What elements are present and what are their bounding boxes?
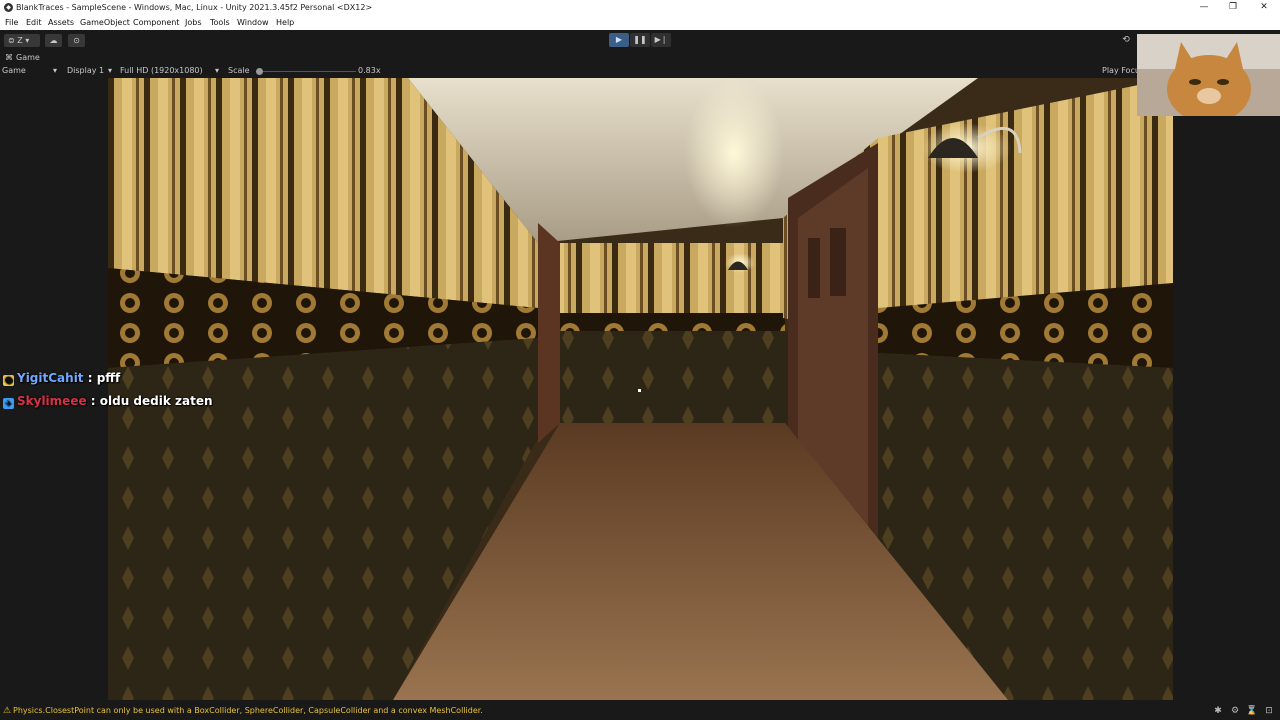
chat-badge-icon: ☻ [3, 375, 14, 386]
chat-text: : pfff [87, 371, 121, 385]
menu-gameobject[interactable]: GameObject [80, 15, 130, 30]
tab-game[interactable]: Game [16, 51, 40, 64]
close-button[interactable]: ✕ [1250, 0, 1278, 15]
back-wall-border [560, 313, 785, 331]
minimize-button[interactable]: — [1190, 0, 1218, 15]
door-inset [808, 238, 820, 298]
warning-icon: ⚠ [3, 706, 12, 716]
menu-window[interactable]: Window [237, 15, 269, 30]
cat-image [1137, 34, 1280, 116]
status-bar[interactable]: ⚠ Physics.ClosestPoint can only be used … [0, 702, 1280, 720]
play-focused-dropdown[interactable]: Play Focu [1102, 64, 1140, 78]
scale-value: 0.83x [358, 66, 381, 75]
menu-file[interactable]: File [5, 15, 18, 30]
chat-message: ☻ YigitCahit : pfff [3, 371, 120, 386]
cloud-icon[interactable]: ☁ [45, 34, 62, 47]
progress-icon[interactable]: ⌛ [1246, 705, 1258, 717]
notification-icon[interactable]: ⊡ [1263, 705, 1275, 717]
game-viewport[interactable] [108, 78, 1173, 700]
collab-icon[interactable]: ⊙ [68, 34, 85, 47]
unity-icon: ◆ [4, 3, 13, 12]
chat-text: : oldu dedik zaten [90, 394, 213, 408]
game-view-toolbar: Game ▾ Display 1 ▾ Full HD (1920x1080) ▾… [0, 64, 1280, 78]
chevron-down-icon: ▾ [53, 66, 58, 75]
bug-icon[interactable]: ⚙ [1229, 705, 1241, 717]
chat-message: ✈ Skylimeee : oldu dedik zaten [3, 394, 213, 409]
scale-slider-handle[interactable] [256, 68, 263, 75]
ceiling-light [684, 78, 784, 228]
chat-username: Skylimeee [17, 394, 87, 408]
menu-help[interactable]: Help [276, 15, 294, 30]
door-inset [830, 228, 846, 296]
wall-sconce [725, 253, 755, 273]
webcam-overlay [1137, 34, 1280, 116]
menu-tools[interactable]: Tools [210, 15, 230, 30]
pause-button[interactable]: ❚❚ [630, 33, 650, 47]
scale-slider-track[interactable] [256, 71, 356, 72]
back-wall-wallpaper [560, 243, 785, 313]
menu-bar: File Edit Assets GameObject Component Jo… [0, 15, 1280, 30]
play-button[interactable]: ▶ [609, 33, 629, 47]
window-title: BlankTraces - SampleScene - Windows, Mac… [16, 3, 373, 12]
menu-jobs[interactable]: Jobs [185, 15, 202, 30]
game-tab-bar: ⌘ Game [0, 51, 1280, 64]
chevron-down-icon: ▾ [215, 66, 220, 75]
maximize-button[interactable]: ❐ [1219, 0, 1247, 15]
step-button[interactable]: ▶❘ [651, 33, 671, 47]
title-bar: ◆ BlankTraces - SampleScene - Windows, M… [0, 0, 1280, 15]
debug-icon[interactable]: ✱ [1212, 705, 1224, 717]
account-dropdown[interactable]: ⊜ Z ▾ [4, 34, 40, 47]
menu-component[interactable]: Component [133, 15, 179, 30]
hallway-scene [108, 78, 1173, 700]
chat-badge-icon: ✈ [3, 398, 14, 409]
chat-username: YigitCahit [17, 371, 84, 385]
display-dropdown[interactable]: Display 1 [67, 64, 104, 78]
history-icon[interactable]: ⟲ [1119, 34, 1133, 47]
scale-label: Scale [228, 66, 250, 75]
back-wall-wainscot [560, 331, 785, 426]
menu-edit[interactable]: Edit [26, 15, 42, 30]
view-dropdown[interactable]: Game [2, 64, 26, 78]
crosshair [638, 389, 641, 392]
game-tab-icon: ⌘ [5, 53, 13, 62]
console-message[interactable]: Physics.ClosestPoint can only be used wi… [13, 702, 483, 720]
account-label: Z [17, 36, 23, 45]
chevron-down-icon: ▾ [108, 66, 113, 75]
left-door [538, 223, 560, 443]
resolution-dropdown[interactable]: Full HD (1920x1080) [120, 64, 203, 78]
menu-assets[interactable]: Assets [48, 15, 74, 30]
